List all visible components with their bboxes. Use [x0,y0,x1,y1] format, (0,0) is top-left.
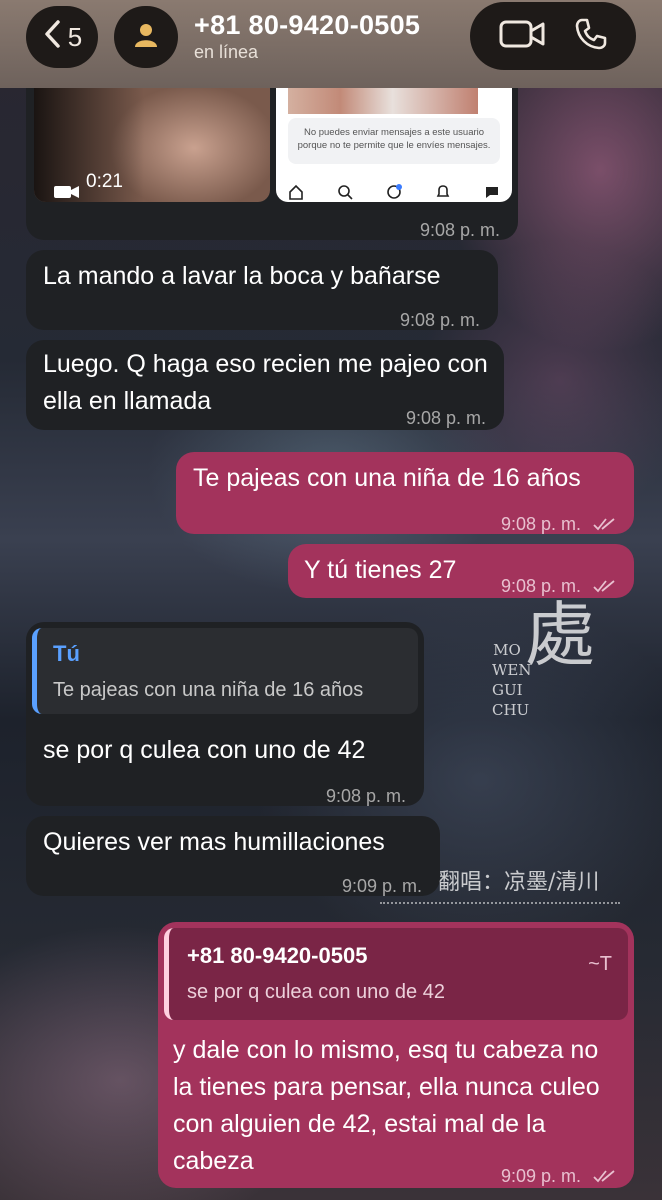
read-receipt-icon [592,507,616,544]
video-camera-icon [54,174,80,202]
call-actions [470,2,636,70]
incoming-message[interactable]: La mando a lavar la boca y bañarse 9:08 … [26,250,498,330]
read-receipt-icon [592,1159,616,1196]
outgoing-reply-message[interactable]: +81 80-9420-0505 ~T se por q culea con u… [158,922,634,1188]
outgoing-message[interactable]: Y tú tienes 27 9:08 p. m. [288,544,634,598]
chat-header: 5 +81 80-9420-0505 en línea [0,0,662,88]
contact-status: en línea [194,42,259,62]
messages-icon [386,174,402,202]
message-time: 9:09 p. m. [501,1158,616,1196]
read-receipt-icon [592,569,616,606]
quoted-message[interactable]: Tú Te pajeas con una niña de 16 años [32,628,418,714]
incoming-reply-message[interactable]: Tú Te pajeas con una niña de 16 años se … [26,622,424,806]
quoted-text: Te pajeas con una niña de 16 años [53,679,364,701]
search-icon [337,174,353,202]
message-time-text: 9:08 p. m. [500,576,581,596]
chat-icon [484,174,500,202]
incoming-message[interactable]: Quieres ver mas humillaciones 9:09 p. m. [26,816,440,896]
message-time: 9:08 p. m. [399,310,480,330]
message-text: Quieres ver mas humillaciones [43,828,385,856]
wallpaper-glyph: 處 [525,594,595,676]
quoted-tag: ~T [588,953,612,975]
message-text: se por q culea con uno de 42 [43,736,366,764]
quoted-text: se por q culea con uno de 42 [187,981,445,1003]
bell-icon [435,174,451,202]
contact-name[interactable]: +81 80-9420-0505 [194,10,420,41]
home-icon [288,174,304,202]
message-time: 9:08 p. m. [325,786,406,806]
image-thumbnail[interactable]: No puedes enviar mensajes a este usuario… [276,88,512,202]
message-time-text: 9:09 p. m. [500,1166,581,1186]
message-time: 9:08 p. m. [405,408,486,428]
message-time-text: 9:08 p. m. [500,514,581,534]
phone-call-icon[interactable] [574,17,608,56]
outgoing-message[interactable]: Te pajeas con una niña de 16 años 9:08 p… [176,452,634,534]
message-text: Y tú tienes 27 [304,556,457,584]
incoming-message[interactable]: Luego. Q haga eso recien me pajeo con el… [26,340,504,430]
wallpaper-credit: 翻唱：凉墨/清川 [438,870,600,895]
video-duration: 0:21 [86,171,123,192]
message-text: La mando a lavar la boca y bañarse [43,262,441,290]
unread-count: 5 [67,21,83,52]
image-photo-strip [288,88,478,114]
message-time: 9:08 p. m. [501,568,616,606]
back-button[interactable]: 5 [26,6,98,68]
message-time: 9:09 p. m. [341,876,422,896]
message-text: Te pajeas con una niña de 16 años [193,464,581,492]
image-notice-box: No puedes enviar mensajes a este usuario… [288,118,500,164]
quoted-author: +81 80-9420-0505 [187,943,368,968]
message-time: 9:08 p. m. [419,220,500,240]
chevron-left-icon [42,19,62,56]
person-icon [134,22,158,53]
wallpaper-label: MO WEN GUI CHU [492,641,532,719]
video-call-icon[interactable] [499,19,545,54]
media-message[interactable]: 0:21 No puedes enviar mensajes a este us… [26,88,518,240]
video-thumbnail[interactable]: 0:21 [34,88,270,202]
app-tab-bar [288,174,500,202]
message-time: 9:08 p. m. [501,506,616,544]
quoted-message[interactable]: +81 80-9420-0505 ~T se por q culea con u… [164,928,628,1020]
contact-avatar[interactable] [114,6,178,68]
quoted-author: Tú [53,641,80,666]
